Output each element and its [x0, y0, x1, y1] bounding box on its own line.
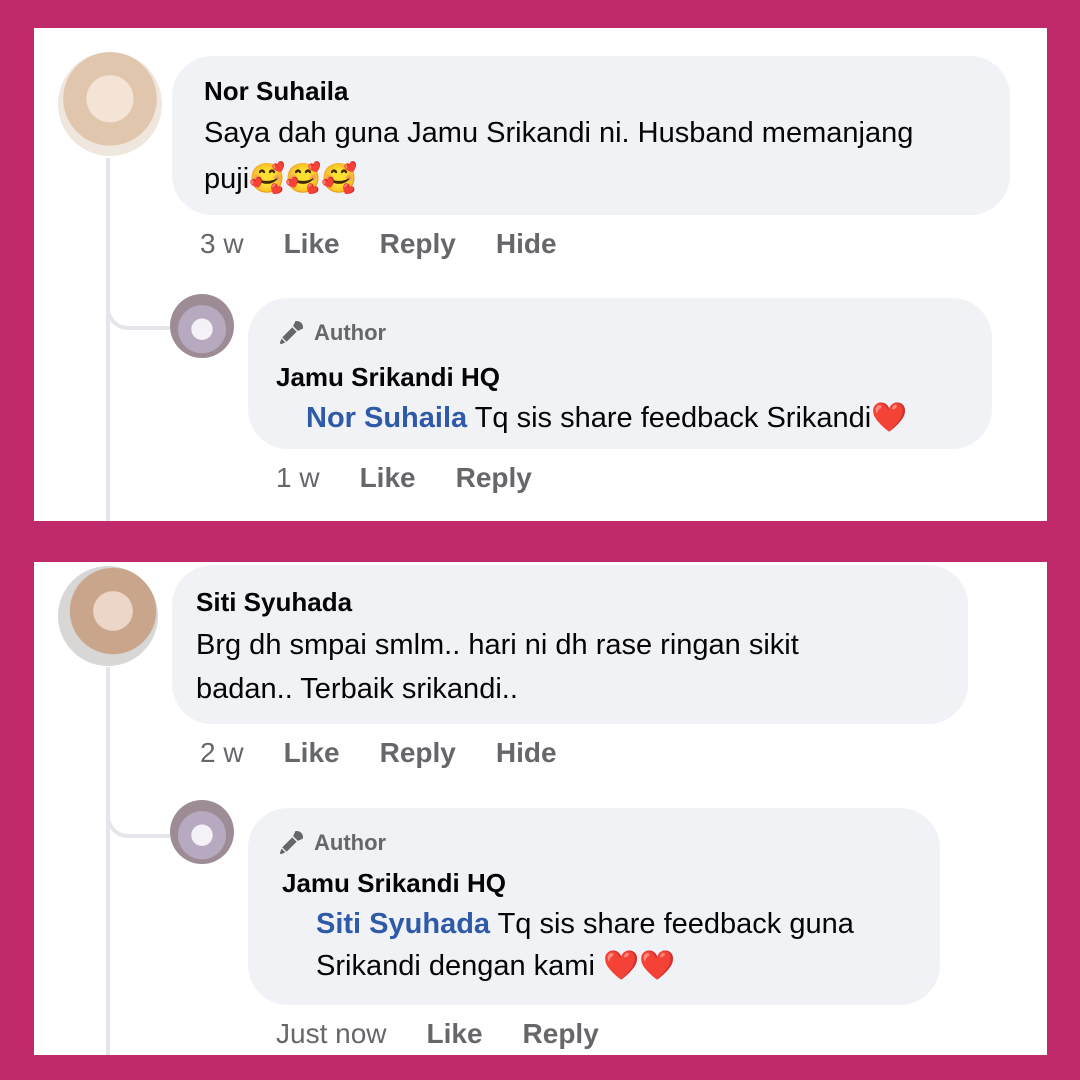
hide-button[interactable]: Hide	[496, 737, 557, 769]
thread-connector	[106, 812, 170, 838]
reply-button[interactable]: Reply	[380, 228, 456, 260]
reply-bubble: Author Jamu Srikandi HQ Nor Suhaila Tq s…	[248, 298, 992, 449]
thread-line	[106, 158, 110, 521]
reply-text-line-1: Nor Suhaila Tq sis share feedback Srikan…	[306, 396, 907, 441]
avatar[interactable]	[58, 566, 158, 666]
thread-line	[106, 667, 110, 1055]
reply-avatar[interactable]	[170, 800, 234, 864]
reply-actions: Just now Like Reply	[276, 1018, 639, 1050]
comment-text-line-1: Saya dah guna Jamu Srikandi ni. Husband …	[204, 117, 914, 149]
like-button[interactable]: Like	[284, 228, 340, 260]
reply-actions: 1 w Like Reply	[276, 462, 572, 494]
hide-button[interactable]: Hide	[496, 228, 557, 260]
reply-bubble: Author Jamu Srikandi HQ Siti Syuhada Tq …	[248, 808, 940, 1005]
reply-text: Tq sis share feedback guna	[490, 908, 854, 940]
author-badge: Author	[276, 828, 386, 858]
comment-thread-2: Siti Syuhada Brg dh smpai smlm.. hari ni…	[34, 562, 1047, 1055]
microphone-icon	[279, 320, 304, 345]
avatar[interactable]	[58, 52, 162, 156]
comment-actions: 2 w Like Reply Hide	[200, 737, 597, 769]
like-button[interactable]: Like	[360, 462, 416, 494]
microphone-icon	[279, 830, 304, 855]
author-label: Author	[314, 830, 387, 855]
reply-author-name[interactable]: Jamu Srikandi HQ	[276, 362, 500, 393]
reply-button[interactable]: Reply	[456, 462, 532, 494]
reply-button[interactable]: Reply	[523, 1018, 599, 1050]
reply-text: Tq sis share feedback Srikandi❤️	[467, 402, 908, 434]
reply-text-line-1: Siti Syuhada Tq sis share feedback guna	[316, 902, 854, 947]
comment-time[interactable]: 2 w	[200, 737, 244, 769]
reply-time[interactable]: Just now	[276, 1018, 387, 1050]
reply-author-name[interactable]: Jamu Srikandi HQ	[282, 868, 506, 899]
mention-link[interactable]: Siti Syuhada	[316, 908, 490, 940]
like-button[interactable]: Like	[427, 1018, 483, 1050]
comment-time[interactable]: 3 w	[200, 228, 244, 260]
thread-connector	[106, 304, 170, 330]
comment-thread-1: Nor Suhaila Saya dah guna Jamu Srikandi …	[34, 28, 1047, 521]
comment-actions: 3 w Like Reply Hide	[200, 228, 597, 260]
reply-avatar[interactable]	[170, 294, 234, 358]
commenter-name[interactable]: Siti Syuhada	[196, 587, 352, 618]
author-label: Author	[314, 320, 387, 345]
author-badge: Author	[276, 318, 386, 348]
reply-text-line-2: Srikandi dengan kami ❤️❤️	[316, 950, 676, 982]
mention-link[interactable]: Nor Suhaila	[306, 402, 467, 434]
comment-bubble: Nor Suhaila Saya dah guna Jamu Srikandi …	[172, 56, 1010, 215]
commenter-name[interactable]: Nor Suhaila	[204, 76, 348, 107]
comment-text-line-1: Brg dh smpai smlm.. hari ni dh rase ring…	[196, 629, 799, 661]
comment-text-line-2: puji🥰🥰🥰	[204, 163, 358, 195]
comment-text-line-2: badan.. Terbaik srikandi..	[196, 673, 518, 705]
reply-button[interactable]: Reply	[380, 737, 456, 769]
reply-time[interactable]: 1 w	[276, 462, 320, 494]
like-button[interactable]: Like	[284, 737, 340, 769]
comment-bubble: Siti Syuhada Brg dh smpai smlm.. hari ni…	[172, 565, 968, 724]
